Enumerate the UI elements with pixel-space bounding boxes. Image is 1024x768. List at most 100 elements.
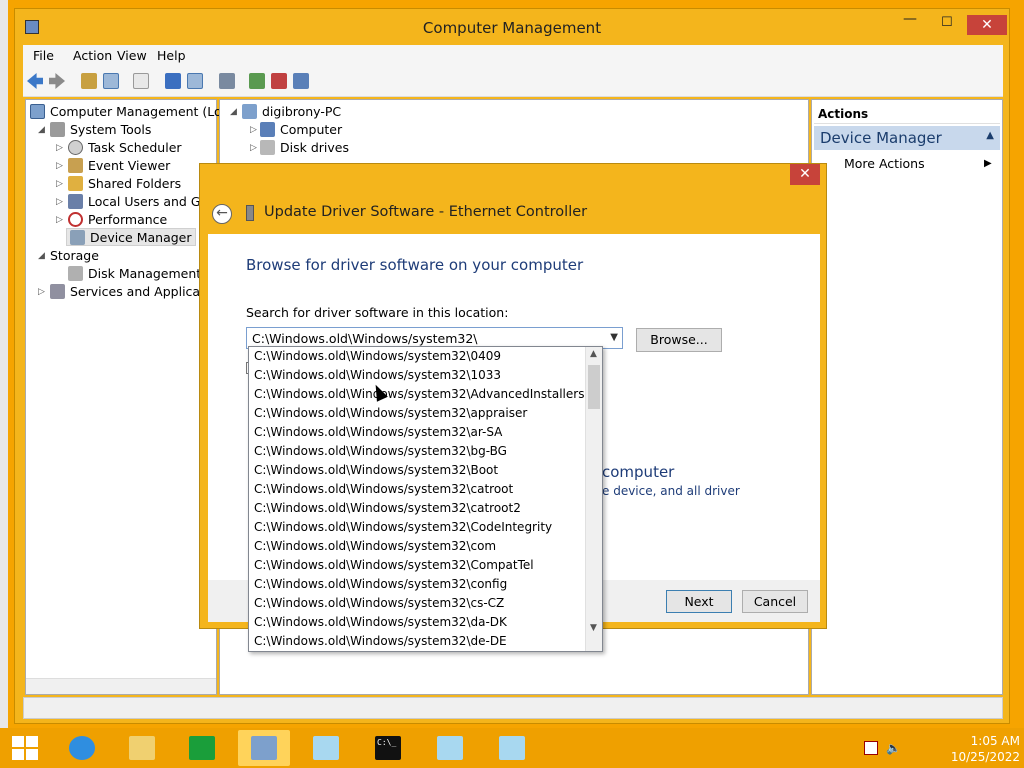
taskbar-command-prompt[interactable]: C:\_: [362, 730, 414, 766]
menu-help[interactable]: Help: [157, 48, 186, 63]
expand-chevron-icon[interactable]: ▷: [56, 143, 63, 153]
collapse-chevron-icon[interactable]: ◢: [230, 107, 237, 117]
start-windows-icon[interactable]: [12, 736, 38, 760]
list-item[interactable]: C:\Windows.old\Windows/system32\ar-SA: [254, 423, 502, 442]
collapse-chevron-icon[interactable]: ◢: [38, 125, 45, 135]
device-tree-disk-drives[interactable]: Disk drives: [260, 138, 349, 156]
tree-item-device-manager[interactable]: Device Manager: [66, 228, 196, 246]
tree-item-storage[interactable]: Storage: [50, 246, 99, 264]
volume-icon[interactable]: 🔈: [886, 741, 901, 755]
list-item[interactable]: C:\Windows.old\Windows/system32\CodeInte…: [254, 518, 552, 537]
scroll-down-icon[interactable]: ▼: [590, 623, 597, 633]
title-bar[interactable]: Computer Management — ☐ ✕: [15, 9, 1009, 45]
scroll-thumb[interactable]: [588, 365, 600, 409]
tools-icon: [50, 121, 65, 137]
chevron-down-icon[interactable]: ▼: [610, 332, 618, 343]
command-prompt-icon: C:\_: [375, 736, 401, 760]
list-item[interactable]: C:\Windows.old\Windows/system32\Advanced…: [254, 385, 584, 404]
menu-action[interactable]: Action: [73, 48, 112, 63]
next-button[interactable]: Next: [666, 590, 732, 613]
tree-item-services[interactable]: Services and Application: [50, 282, 224, 300]
tree-item-event-viewer[interactable]: Event Viewer: [68, 156, 170, 174]
tree-item-system-tools[interactable]: System Tools: [50, 120, 151, 138]
show-hide-tree-icon[interactable]: [103, 73, 119, 89]
list-item[interactable]: C:\Windows.old\Windows/system32\de-DE: [254, 632, 507, 651]
expand-chevron-icon[interactable]: ▷: [56, 161, 63, 171]
shared-folder-icon: [68, 175, 83, 191]
taskbar-store[interactable]: [176, 730, 228, 766]
list-scrollbar[interactable]: ▲ ▼: [585, 347, 602, 651]
uninstall-device-icon[interactable]: [271, 73, 287, 89]
expand-chevron-icon[interactable]: ▷: [56, 179, 63, 189]
taskbar-notepad-2[interactable]: [424, 730, 476, 766]
taskbar-notepad-3[interactable]: [486, 730, 538, 766]
action-center-flag-icon[interactable]: [864, 741, 878, 755]
list-item[interactable]: C:\Windows.old\Windows/system32\Boot: [254, 461, 498, 480]
taskbar-file-explorer[interactable]: [116, 730, 168, 766]
tree-item-computer-management[interactable]: Computer Management (Local: [30, 102, 240, 120]
collapse-up-icon[interactable]: ▲: [986, 130, 994, 141]
expand-chevron-icon[interactable]: ▷: [250, 143, 257, 153]
actions-device-manager[interactable]: Device Manager ▲: [814, 126, 1000, 150]
scroll-up-icon[interactable]: ▲: [590, 349, 597, 359]
menu-view[interactable]: View: [117, 48, 147, 63]
back-button[interactable]: ←: [212, 204, 232, 224]
forward-arrow-icon[interactable]: [49, 73, 65, 89]
list-item[interactable]: C:\Windows.old\Windows/system32\catroot2: [254, 499, 521, 518]
maximize-button[interactable]: ☐: [941, 15, 953, 30]
browse-button[interactable]: Browse...: [636, 328, 722, 352]
collapse-chevron-icon[interactable]: ◢: [38, 251, 45, 261]
minimize-button[interactable]: —: [903, 11, 917, 27]
show-action-pane-icon[interactable]: [187, 73, 203, 89]
tree-horizontal-scrollbar[interactable]: [26, 678, 216, 694]
status-bar: [23, 697, 1003, 719]
menu-file[interactable]: File: [33, 48, 54, 63]
pick-from-list-option-title[interactable]: computer: [602, 463, 674, 481]
clock-icon: [68, 139, 83, 155]
clock-time[interactable]: 1:05 AM: [950, 734, 1020, 748]
close-button[interactable]: ✕: [967, 15, 1007, 35]
help-icon[interactable]: [165, 73, 181, 89]
more-actions[interactable]: More Actions: [844, 156, 925, 171]
internet-explorer-icon: [69, 736, 95, 760]
taskbar-computer-management[interactable]: [238, 730, 290, 766]
list-item[interactable]: C:\Windows.old\Windows/system32\0409: [254, 347, 501, 366]
up-folder-icon[interactable]: [81, 73, 97, 89]
list-item[interactable]: C:\Windows.old\Windows/system32\catroot: [254, 480, 513, 499]
device-tree-pc[interactable]: digibrony-PC: [242, 102, 341, 120]
expand-chevron-icon[interactable]: ▷: [250, 125, 257, 135]
expand-chevron-icon[interactable]: ▷: [56, 215, 63, 225]
tree-item-task-scheduler[interactable]: Task Scheduler: [68, 138, 182, 156]
cancel-button[interactable]: Cancel: [742, 590, 808, 613]
event-viewer-icon: [68, 157, 83, 173]
list-item[interactable]: C:\Windows.old\Windows/system32\CompatTe…: [254, 556, 534, 575]
properties-icon[interactable]: [133, 73, 149, 89]
list-item[interactable]: C:\Windows.old\Windows/system32\bg-BG: [254, 442, 507, 461]
expand-chevron-icon[interactable]: ▷: [38, 287, 45, 297]
performance-icon: [68, 211, 83, 227]
dialog-close-button[interactable]: ✕: [790, 164, 820, 185]
update-driver-icon[interactable]: [249, 73, 265, 89]
back-arrow-icon[interactable]: [27, 73, 43, 89]
list-item[interactable]: C:\Windows.old\Windows/system32\com: [254, 537, 496, 556]
expand-chevron-icon[interactable]: ▷: [56, 197, 63, 207]
tree-item-performance[interactable]: Performance: [68, 210, 167, 228]
taskbar-notepad-1[interactable]: [300, 730, 352, 766]
list-item[interactable]: C:\Windows.old\Windows/system32\1033: [254, 366, 501, 385]
search-location-label: Search for driver software in this locat…: [246, 305, 509, 320]
tree-item-shared-folders[interactable]: Shared Folders: [68, 174, 181, 192]
enable-device-icon[interactable]: [293, 73, 309, 89]
submenu-arrow-icon: ▶: [984, 158, 992, 169]
console-tree: Computer Management (Local ◢ System Tool…: [25, 99, 240, 695]
list-item[interactable]: C:\Windows.old\Windows/system32\config: [254, 575, 507, 594]
services-icon: [50, 283, 65, 299]
list-item[interactable]: C:\Windows.old\Windows/system32\da-DK: [254, 613, 507, 632]
taskbar-internet-explorer[interactable]: [56, 730, 108, 766]
scan-hardware-icon[interactable]: [219, 73, 235, 89]
list-item[interactable]: C:\Windows.old\Windows/system32\appraise…: [254, 404, 527, 423]
disk-icon: [68, 265, 83, 281]
clock-date[interactable]: 10/25/2022: [940, 750, 1020, 764]
device-tree-computer[interactable]: Computer: [260, 120, 342, 138]
list-item[interactable]: C:\Windows.old\Windows/system32\cs-CZ: [254, 594, 504, 613]
tree-item-disk-management[interactable]: Disk Management: [68, 264, 201, 282]
